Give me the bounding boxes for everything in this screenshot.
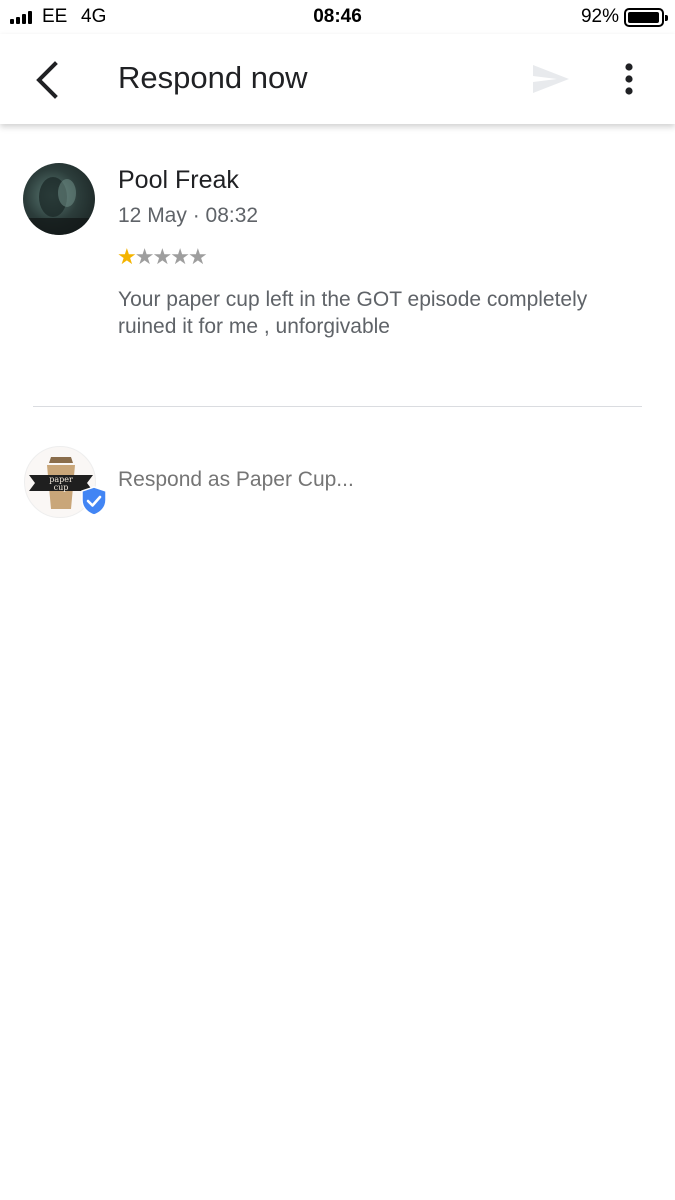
battery-icon bbox=[624, 8, 668, 27]
star-empty-icon: ★ bbox=[152, 244, 172, 269]
star-filled-icon: ★ bbox=[117, 244, 137, 269]
verified-badge bbox=[80, 485, 108, 517]
page-title: Respond now bbox=[118, 60, 308, 95]
status-time: 08:46 bbox=[313, 6, 362, 27]
status-bar: EE 4G 08:46 92% bbox=[0, 0, 675, 34]
reviewer-avatar bbox=[23, 163, 95, 235]
chevron-left-icon bbox=[36, 61, 58, 99]
divider bbox=[33, 406, 642, 407]
respond-input[interactable] bbox=[118, 462, 638, 498]
send-button[interactable] bbox=[530, 62, 572, 96]
app-bar: Respond now bbox=[0, 34, 675, 124]
logo-text-line2: cup bbox=[54, 483, 69, 492]
send-icon bbox=[533, 65, 569, 93]
star-empty-icon: ★ bbox=[187, 244, 208, 269]
more-options-button[interactable] bbox=[612, 58, 646, 102]
verified-shield-icon bbox=[81, 486, 107, 516]
reviewer-name: Pool Freak bbox=[118, 166, 239, 194]
review-date: 12 May · 08:32 bbox=[118, 204, 259, 227]
battery-percent: 92% bbox=[580, 6, 619, 27]
star-empty-icon: ★ bbox=[134, 244, 155, 269]
star-rating: ★★★★★ bbox=[117, 244, 208, 270]
more-vert-icon bbox=[625, 63, 633, 95]
back-button[interactable] bbox=[28, 56, 68, 104]
review-text: Your paper cup left in the GOT episode c… bbox=[118, 288, 588, 338]
star-empty-icon: ★ bbox=[170, 244, 190, 269]
